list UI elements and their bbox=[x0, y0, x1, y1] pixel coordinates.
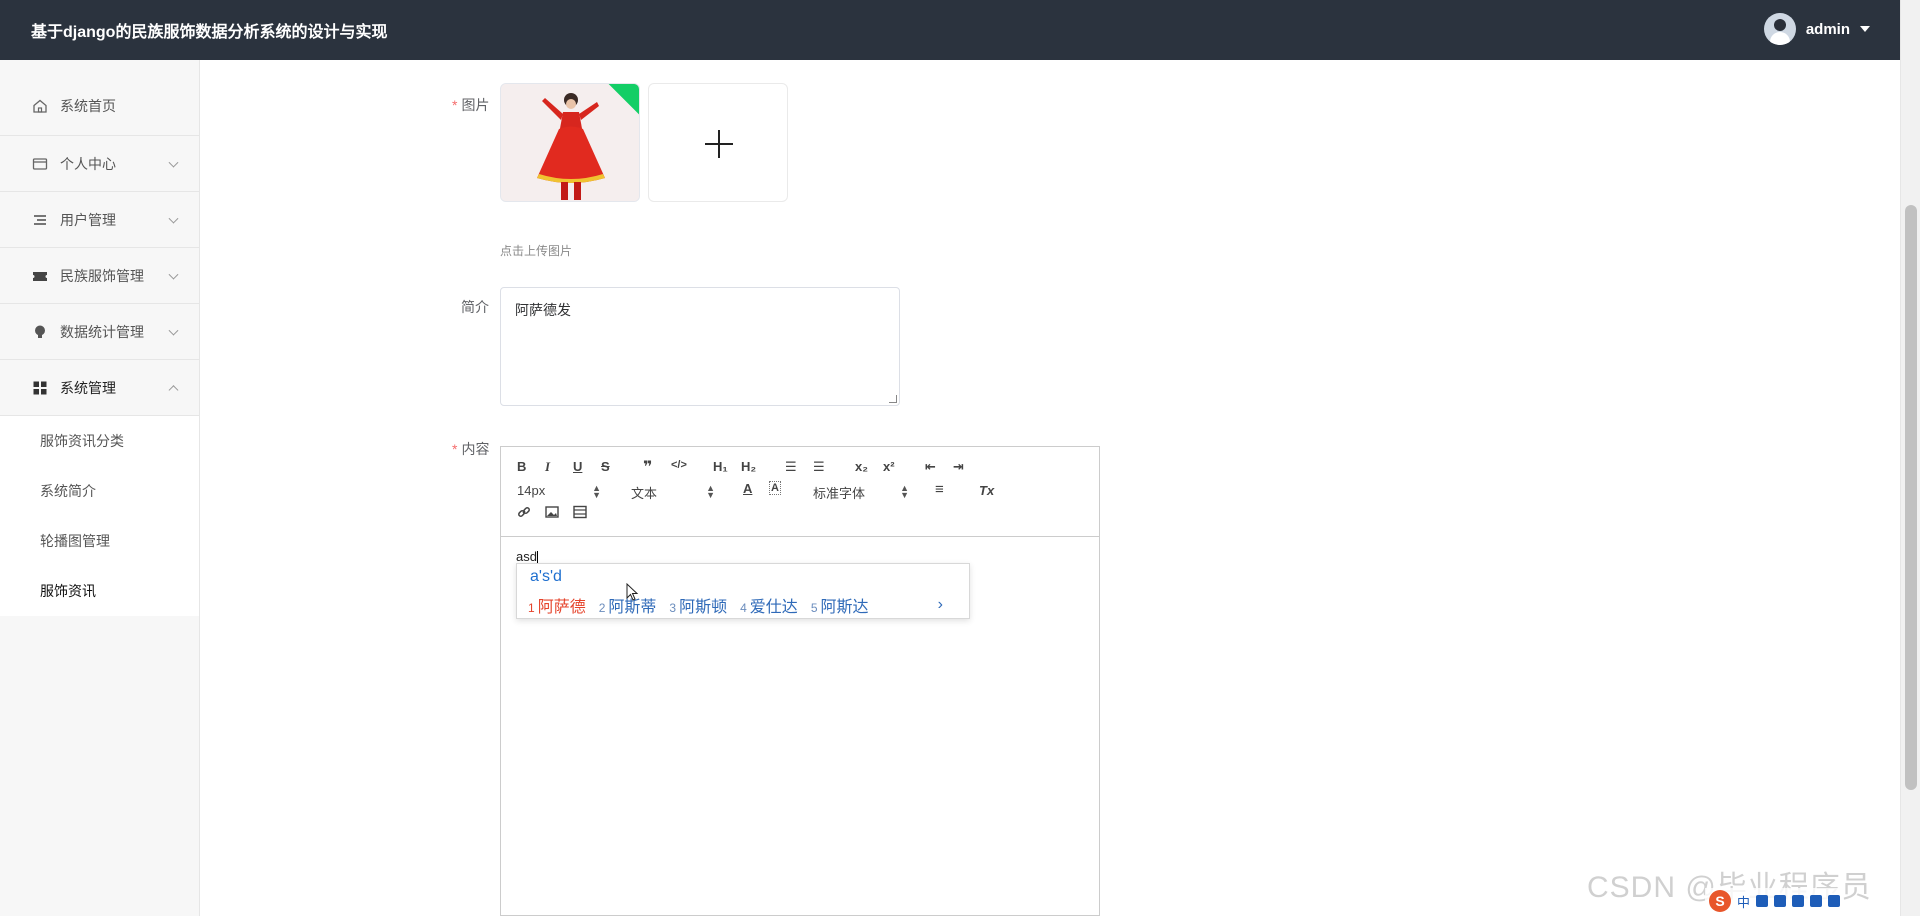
video-icon bbox=[573, 505, 587, 519]
select-arrows-icon: ▲ ▼ bbox=[900, 483, 909, 500]
italic-button[interactable]: I bbox=[545, 459, 550, 475]
clean-format-button[interactable]: Tx bbox=[979, 483, 994, 498]
sidebar-item-profile[interactable]: 个人中心 bbox=[0, 136, 199, 192]
superscript-button[interactable]: x² bbox=[883, 459, 895, 474]
mouse-cursor-icon bbox=[626, 583, 639, 601]
bullet-list-button[interactable]: ☰ bbox=[813, 459, 825, 475]
user-name[interactable]: admin bbox=[1806, 21, 1850, 38]
ticket-icon bbox=[32, 268, 48, 284]
ime-candidate-popup: a's'd 1 阿萨德 2 阿斯蒂 3 阿斯顿 4 爱仕达 5 阿斯达 › bbox=[516, 563, 970, 619]
image-icon bbox=[545, 506, 559, 518]
select-arrows-icon: ▲ ▼ bbox=[706, 483, 715, 500]
home-icon bbox=[32, 98, 48, 114]
blockquote-button[interactable]: ❞ bbox=[643, 457, 652, 477]
microphone-icon[interactable] bbox=[1774, 895, 1787, 907]
avatar[interactable] bbox=[1763, 13, 1796, 45]
font-size-select[interactable]: 14px ▲ ▼ bbox=[517, 483, 601, 500]
sidebar-item-home[interactable]: 系统首页 bbox=[0, 60, 199, 136]
sidebar-subitem-news[interactable]: 服饰资讯 bbox=[0, 566, 199, 616]
sidebar-item-label: 用户管理 bbox=[60, 211, 116, 228]
rich-text-editor[interactable]: B I U S ❞ </> H₁ H₂ ☰ ☰ x₂ x² ⇤ ⇥ 14px ▲ ▼… bbox=[500, 446, 1100, 916]
intro-label: 简介 bbox=[461, 299, 489, 315]
sidebar-item-label: 民族服饰管理 bbox=[60, 267, 144, 284]
ordered-list-button[interactable]: ☰ bbox=[785, 459, 797, 475]
sidebar-item-costume[interactable]: 民族服饰管理 bbox=[0, 248, 199, 304]
image-button[interactable] bbox=[545, 505, 559, 522]
chevron-up-icon bbox=[168, 384, 179, 395]
chevron-down-icon bbox=[168, 157, 179, 168]
ime-candidate[interactable]: 3 阿斯顿 bbox=[669, 593, 727, 617]
intro-value: 阿萨德发 bbox=[515, 302, 571, 318]
sidebar-subitem-carousel[interactable]: 轮播图管理 bbox=[0, 516, 199, 566]
bulb-icon bbox=[32, 324, 48, 340]
link-button[interactable] bbox=[517, 505, 531, 522]
sidebar-item-label: 数据统计管理 bbox=[60, 323, 144, 340]
sidebar-item-statistics[interactable]: 数据统计管理 bbox=[0, 304, 199, 360]
editor-toolbar: B I U S ❞ </> H₁ H₂ ☰ ☰ x₂ x² ⇤ ⇥ 14px ▲ ▼… bbox=[501, 447, 1099, 537]
bold-button[interactable]: B bbox=[517, 459, 526, 474]
select-arrows-icon: ▲ ▼ bbox=[592, 483, 601, 500]
h2-button[interactable]: H₂ bbox=[741, 459, 756, 474]
content-label: * 内容 bbox=[452, 441, 490, 457]
sogou-logo-icon[interactable]: S bbox=[1709, 890, 1731, 912]
ime-candidate[interactable]: 5 阿斯达 bbox=[811, 593, 869, 617]
sidebar-item-label: 系统首页 bbox=[60, 97, 116, 114]
sidebar-subitem-system-intro[interactable]: 系统简介 bbox=[0, 466, 199, 516]
link-icon bbox=[518, 507, 530, 517]
resize-handle[interactable] bbox=[889, 395, 897, 403]
sidebar-item-system[interactable]: 系统管理 bbox=[0, 360, 199, 416]
ime-candidate[interactable]: 1 阿萨德 bbox=[528, 593, 586, 617]
block-type-select[interactable]: 文本 ▲ ▼ bbox=[631, 483, 715, 502]
outdent-button[interactable]: ⇤ bbox=[925, 459, 936, 475]
underline-button[interactable]: U bbox=[573, 459, 582, 474]
toolbox-icon[interactable] bbox=[1828, 895, 1841, 907]
upload-hint: 点击上传图片 bbox=[500, 244, 573, 258]
list-icon bbox=[32, 212, 48, 228]
app-title: 基于django的民族服饰数据分析系统的设计与实现 bbox=[31, 24, 388, 41]
ime-language-toggle[interactable]: 中 bbox=[1737, 892, 1750, 911]
font-color-button[interactable]: A bbox=[743, 481, 752, 496]
chevron-down-icon bbox=[168, 213, 179, 224]
align-button[interactable]: ≡ bbox=[935, 481, 944, 498]
video-button[interactable] bbox=[573, 505, 587, 522]
sidebar: 系统首页 个人中心 用户管理 民族服饰管理 数据统计管理 系统管理 服饰资讯分类… bbox=[0, 60, 200, 916]
intro-textarea[interactable]: 阿萨德发 bbox=[500, 287, 900, 406]
image-label: * 图片 bbox=[452, 97, 490, 113]
top-header: 基于django的民族服饰数据分析系统的设计与实现 admin bbox=[0, 0, 1900, 60]
scrollbar-thumb[interactable] bbox=[1905, 205, 1917, 790]
sidebar-subitem-news-category[interactable]: 服饰资讯分类 bbox=[0, 416, 199, 466]
image-upload-button[interactable] bbox=[648, 83, 788, 202]
subscript-button[interactable]: x₂ bbox=[855, 459, 868, 474]
keyboard-icon[interactable] bbox=[1792, 895, 1805, 907]
costume-photo bbox=[501, 84, 639, 201]
indent-button[interactable]: ⇥ bbox=[953, 459, 964, 475]
ime-next-page-icon[interactable]: › bbox=[938, 596, 943, 614]
editor-text: asd bbox=[516, 549, 537, 564]
chevron-down-icon bbox=[168, 269, 179, 280]
code-block-button[interactable]: </> bbox=[671, 459, 687, 471]
caret-down-icon[interactable] bbox=[1860, 26, 1870, 32]
h1-button[interactable]: H₁ bbox=[713, 459, 728, 474]
chevron-down-icon bbox=[168, 325, 179, 336]
background-color-button[interactable]: A bbox=[769, 481, 781, 495]
ime-input-text: a's'd bbox=[530, 568, 562, 585]
ime-toolbar: S 中 bbox=[1705, 888, 1845, 914]
sidebar-item-label: 个人中心 bbox=[60, 155, 116, 172]
ime-candidate[interactable]: 4 爱仕达 bbox=[740, 593, 798, 617]
sidebar-item-label: 系统管理 bbox=[60, 379, 116, 396]
grid-icon bbox=[32, 380, 48, 396]
uploaded-image-thumbnail[interactable] bbox=[500, 83, 640, 202]
sidebar-item-users[interactable]: 用户管理 bbox=[0, 192, 199, 248]
font-family-select[interactable]: 标准字体 ▲ ▼ bbox=[813, 483, 909, 502]
punctuation-icon[interactable] bbox=[1756, 895, 1769, 907]
page-scrollbar[interactable] bbox=[1900, 0, 1920, 916]
card-icon bbox=[32, 156, 48, 172]
strike-button[interactable]: S bbox=[601, 459, 610, 474]
user-menu[interactable]: admin bbox=[1763, 13, 1870, 45]
skin-icon[interactable] bbox=[1810, 895, 1823, 907]
system-submenu: 服饰资讯分类 系统简介 轮播图管理 服饰资讯 bbox=[0, 416, 199, 616]
